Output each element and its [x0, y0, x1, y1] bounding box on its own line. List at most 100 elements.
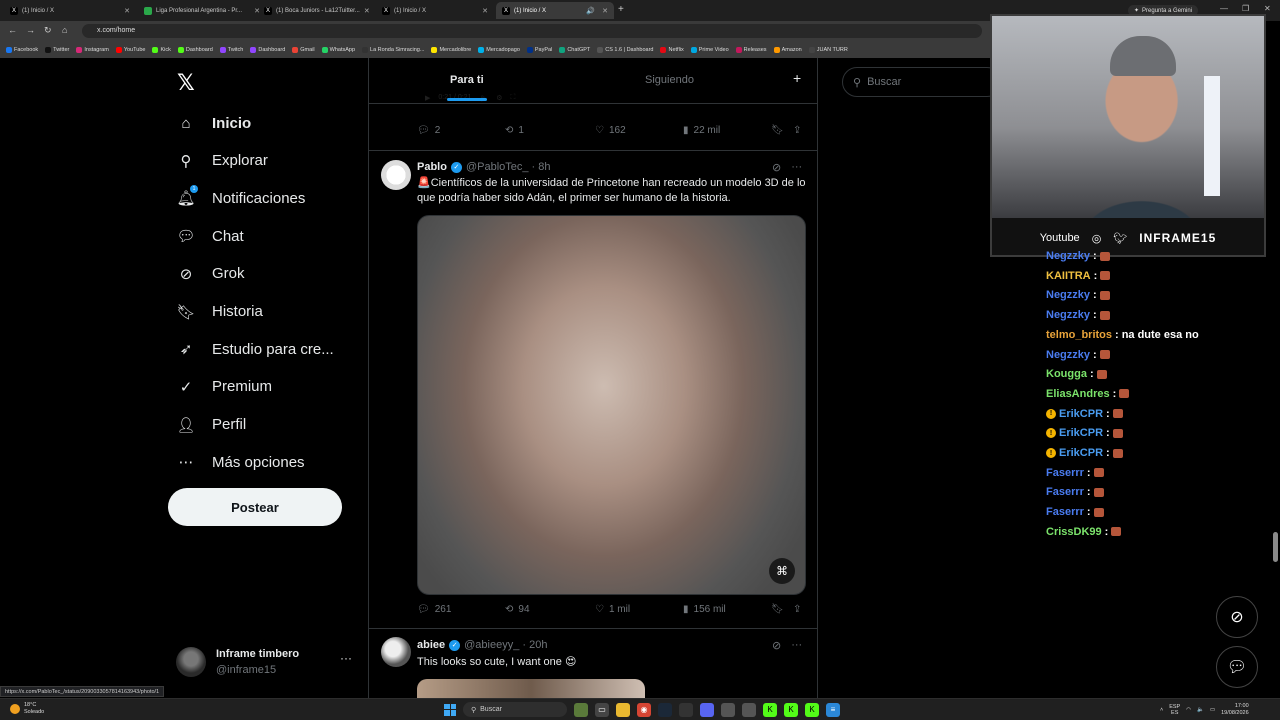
browser-tab[interactable]: X (1) Inicio / X ✕ [4, 2, 136, 19]
windows-start-icon[interactable] [444, 703, 456, 716]
notepad-icon[interactable]: ≡ [826, 702, 840, 717]
views-button[interactable]: ▮ 22 mil [683, 125, 720, 136]
bookmark-item[interactable]: CS 1.6 | Dashboard [597, 46, 653, 53]
browser-tab[interactable]: X (1) Inicio / X ✕ [376, 2, 494, 19]
chat-username[interactable]: Faserrr [1046, 486, 1084, 498]
bookmark-item[interactable]: ChatGPT [559, 46, 590, 53]
share-button[interactable]: ⇪ [793, 125, 801, 136]
browser-tab[interactable]: Liga Profesional Argentina - Pr... ✕ [138, 2, 266, 19]
scrollbar[interactable] [1273, 532, 1278, 562]
bookmark-item[interactable]: La Ronda Simracing... [362, 46, 424, 53]
steam-icon[interactable] [658, 702, 672, 717]
bookmark-item[interactable]: YouTube [115, 46, 145, 53]
bookmark-item[interactable]: Twitch [219, 46, 243, 53]
sidebar-item-historia[interactable]: 🔖︎ Historia [176, 297, 262, 327]
chrome-icon[interactable]: ◉ [637, 702, 651, 717]
chat-username[interactable]: Faserrr [1046, 467, 1084, 479]
grok-fab[interactable]: ⊘ [1216, 596, 1258, 638]
sidebar-item-notificaciones[interactable]: 🔔︎ 1 Notificaciones [176, 183, 305, 213]
repost-button[interactable]: ⟲ 94 [505, 604, 530, 615]
chat-username[interactable]: EliasAndres [1046, 388, 1110, 400]
bookmark-item[interactable]: Releases [735, 46, 767, 53]
bookmark-item[interactable]: Facebook [6, 46, 38, 53]
bookmark-item[interactable]: Dashboard [250, 46, 285, 53]
chat-username[interactable]: Negzzky [1046, 250, 1090, 262]
add-tab-icon[interactable]: + [793, 70, 801, 86]
chat-username[interactable]: telmo_britos [1046, 329, 1112, 341]
chat-username[interactable]: ErikCPR [1059, 447, 1103, 459]
bookmark-item[interactable]: Amazon [773, 46, 802, 53]
close-icon[interactable]: ✕ [602, 7, 608, 15]
tweet-handle[interactable]: @PabloTec_ · 8h [466, 161, 551, 173]
speaker-icon[interactable]: 🔊 [586, 7, 595, 15]
close-window-icon[interactable]: ✕ [1264, 4, 1271, 13]
app-icon[interactable] [679, 702, 693, 717]
sidebar-item-chat[interactable]: 💬︎ Chat [176, 221, 243, 251]
chat-username[interactable]: Kougga [1046, 368, 1087, 380]
clock[interactable]: 17:00 19/08/2026 [1221, 703, 1249, 717]
bookmark-button[interactable]: 🔖︎ [771, 125, 784, 136]
timeline[interactable]: Para ti Siguiendo + ▶ 0:21 / 0:21 🔈 ⚙ ⛶ … [368, 58, 818, 700]
discord-icon[interactable] [700, 702, 714, 717]
grok-edit-icon[interactable]: ⌘ [769, 558, 795, 584]
language-indicator[interactable]: ESP ES [1169, 704, 1180, 716]
minimize-icon[interactable]: — [1220, 4, 1228, 13]
close-icon[interactable]: ✕ [124, 7, 130, 15]
avatar[interactable] [381, 160, 411, 190]
sidebar-item-inicio[interactable]: ⌂ Inicio [176, 108, 251, 138]
chat-username[interactable]: Negzzky [1046, 309, 1090, 321]
wifi-icon[interactable]: ◠ [1186, 707, 1191, 713]
bookmark-item[interactable]: Mercadolibre [431, 46, 471, 53]
volume-icon[interactable]: 🔈 [1197, 707, 1204, 713]
bookmark-item[interactable]: PayPal [526, 46, 552, 53]
x-logo-icon[interactable]: 𝕏 [177, 70, 195, 96]
bookmark-item[interactable]: Netflix [660, 46, 684, 53]
like-button[interactable]: ♡ 1 mil [595, 604, 630, 615]
bookmark-item[interactable]: Instagram [76, 46, 109, 53]
kick-icon[interactable]: K [784, 702, 798, 717]
chat-username[interactable]: Faserrr [1046, 506, 1084, 518]
browser-tab-active[interactable]: X (1) Inicio / X 🔊 ✕ [496, 2, 614, 19]
tweet-photo[interactable]: ⌘ [417, 215, 806, 595]
forward-icon[interactable]: → [26, 25, 35, 35]
tweet-handle[interactable]: @abieeyy_ · 20h [464, 639, 547, 651]
bookmark-item[interactable]: WhatsApp [321, 46, 355, 53]
reply-button[interactable]: 💬︎ 261 [417, 604, 451, 615]
sidebar-item-estudio-para-cre[interactable]: ➶ Estudio para cre... [176, 334, 334, 364]
task-view-icon[interactable]: ▭ [595, 702, 609, 717]
more-icon[interactable]: ··· [791, 161, 802, 174]
share-button[interactable]: ⇪ [793, 604, 801, 615]
tweet-photo[interactable] [417, 679, 645, 700]
bookmark-item[interactable]: Gmail [292, 46, 315, 53]
chat-username[interactable]: ErikCPR [1059, 408, 1103, 420]
sidebar-item-grok[interactable]: ⊘ Grok [176, 259, 245, 289]
reply-button[interactable]: 💬︎ 2 [417, 125, 440, 136]
bookmark-item[interactable]: Dashboard [177, 46, 213, 53]
like-button[interactable]: ♡ 162 [595, 125, 626, 136]
tab-siguiendo[interactable]: Siguiendo [645, 74, 694, 86]
kick-icon[interactable]: K [805, 702, 819, 717]
messages-fab[interactable]: 💬︎ [1216, 646, 1258, 688]
back-icon[interactable]: ← [8, 25, 17, 35]
app-icon[interactable] [742, 702, 756, 717]
kick-icon[interactable]: K [763, 702, 777, 717]
taskbar-search[interactable]: ⚲ Buscar [463, 702, 567, 717]
sidebar-item-más-opciones[interactable]: ⋯ Más opciones [176, 447, 305, 477]
post-button[interactable]: Postear [168, 488, 342, 526]
url-input[interactable]: x.com/home [82, 24, 982, 38]
home-browser-icon[interactable]: ⌂ [62, 25, 67, 35]
folder-icon[interactable] [616, 702, 630, 717]
chat-username[interactable]: ErikCPR [1059, 427, 1103, 439]
chat-username[interactable]: Negzzky [1046, 349, 1090, 361]
bookmark-button[interactable]: 🔖︎ [771, 604, 784, 615]
tweet-author[interactable]: Pablo [417, 161, 447, 173]
reload-icon[interactable]: ↻ [44, 25, 52, 36]
sidebar-item-explorar[interactable]: ⚲ Explorar [176, 146, 268, 176]
battery-icon[interactable]: ▭ [1210, 707, 1215, 713]
chat-username[interactable]: KAIITRA [1046, 270, 1091, 282]
avatar[interactable] [381, 637, 411, 667]
close-icon[interactable]: ✕ [482, 7, 488, 15]
views-button[interactable]: ▮ 156 mil [683, 604, 726, 615]
bookmark-item[interactable]: Twitter [45, 46, 69, 53]
chat-username[interactable]: Negzzky [1046, 289, 1090, 301]
